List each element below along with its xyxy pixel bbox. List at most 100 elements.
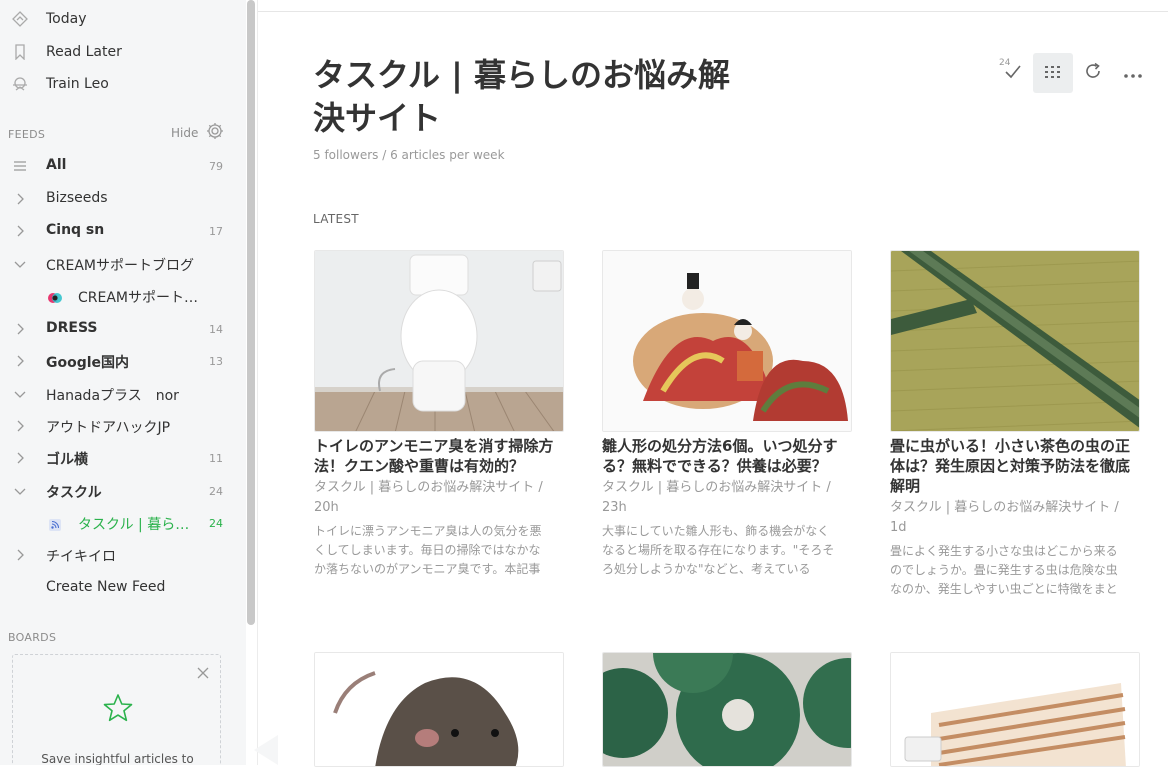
nav-train-leo-label: Train Leo [46,76,109,92]
feed-item[interactable]: タスクル 24 [0,476,246,506]
article-age: 1d [890,520,907,535]
article-source-name: タスクル | 暮らしのお悩み解決サイト / [314,480,543,495]
mark-as-read-button[interactable] [993,53,1033,93]
chevron-down-icon[interactable] [12,386,28,402]
more-button[interactable] [1113,53,1153,93]
chevron-right-icon[interactable] [12,547,28,563]
feed-name: タスクル [46,485,102,501]
chevron-right-icon[interactable] [12,321,28,337]
article-thumbnail[interactable] [314,652,564,767]
article-snippet: 畳によく発生する小さな虫はどこから来るのでしょうか。畳に発生する虫は危険な虫なの… [890,544,1118,596]
article-age: 20h [314,500,339,515]
article-source-name: タスクル | 暮らしのお悩み解決サイト / [890,500,1119,515]
feed-count: 24 [209,485,223,498]
feed-all[interactable]: All 79 [0,151,246,181]
chevron-right-icon[interactable] [12,223,28,239]
chevron-right-icon[interactable] [12,418,28,434]
feed-item[interactable]: チイキイロ [0,540,246,570]
sidebar-scrollbar[interactable] [247,0,255,625]
article-title[interactable]: 畳に虫がいる！小さい茶色の虫の正体は？発生原因と対策予防法を徹底解明 [890,436,1140,496]
feed-name: Hanadaプラス nor [46,388,179,404]
list-icon [12,158,28,174]
latest-heading: LATEST [313,212,359,226]
boards-section-title: BOARDS [8,631,57,644]
nav-train-leo[interactable]: Train Leo [0,69,246,99]
feed-name: チイキイロ [46,549,116,565]
article-source: タスクル | 暮らしのお悩み解決サイト / 1d [890,498,1140,538]
today-icon [10,9,30,29]
feed-count: 17 [209,225,223,238]
article-title[interactable]: 雛人形の処分方法6個。いつ処分する？無料でできる？供養は必要？ [602,436,852,476]
layout-button[interactable] [1033,53,1073,93]
feed-name: DRESS [46,320,98,336]
gear-icon[interactable] [205,121,225,141]
nav-read-later[interactable]: Read Later [0,37,246,67]
article-snippet: 大事にしていた雛人形も、飾る機会がなくなると場所を取る存在になります。"そろそろ… [602,524,835,576]
chevron-down-icon[interactable] [12,483,28,499]
star-icon [102,692,134,724]
checkmark-icon [1003,61,1023,85]
nav-today-label: Today [46,11,87,27]
feed-name: Cinq sn [46,222,105,238]
feed-count: 24 [209,517,223,530]
article-age: 23h [602,500,627,515]
feed-name: ゴル横 [46,452,88,468]
feed-count: 13 [209,355,223,368]
feed-item[interactable]: Cinq sn 17 [0,216,246,246]
feed-item[interactable]: CREAMサポートブログ [0,249,246,279]
chevron-right-icon[interactable] [12,191,28,207]
feed-source-active[interactable]: タスクル | 暮らし… 24 [0,508,246,538]
sidebar: Today Read Later Train Leo FEEDS Hide Al… [0,0,246,765]
feed-item[interactable]: DRESS 14 [0,314,246,344]
divider [257,0,258,765]
bookmark-icon [10,42,30,62]
chevron-right-icon[interactable] [12,450,28,466]
article-title[interactable]: トイレのアンモニア臭を消す掃除方法！クエン酸や重曹は有効的？ [314,436,564,476]
feed-item[interactable]: Google国内 13 [0,346,246,376]
feed-name: CREAMサポート… [78,290,198,306]
feed-name: Bizseeds [46,190,108,206]
feed-item[interactable]: Bizseeds [0,184,246,214]
close-icon[interactable] [196,665,210,679]
chevron-right-icon[interactable] [12,353,28,369]
sidebar-toggle-tab[interactable] [254,735,278,765]
feed-count: 79 [209,160,223,173]
divider [258,11,1168,12]
feed-item[interactable]: ゴル横 11 [0,443,246,473]
leo-icon [10,74,30,94]
feeds-section-title: FEEDS [8,128,46,141]
refresh-icon [1083,61,1103,85]
feed-name: アウトドアハックJP [46,420,171,436]
create-new-feed-link[interactable]: Create New Feed [46,579,165,595]
feed-source[interactable]: CREAMサポート… [0,281,246,311]
article-source: タスクル | 暮らしのお悩み解決サイト / 23h [602,478,852,518]
grid-icon [1044,64,1062,83]
feed-item[interactable]: アウトドアハックJP [0,411,246,441]
feed-stats: 5 followers / 6 articles per week [313,148,505,162]
article-snippet: トイレに漂うアンモニア臭は人の気分を悪くしてしまいます。毎日の掃除ではなかなか落… [314,524,542,576]
article-thumbnail[interactable] [602,652,852,767]
article-source: タスクル | 暮らしのお悩み解決サイト / 20h [314,478,564,518]
article-thumbnail[interactable] [890,250,1140,432]
article-thumbnail[interactable] [890,652,1140,767]
boards-promo-card: Save insightful articles to [12,654,221,765]
feed-name: All [46,157,67,173]
feed-item[interactable]: Hanadaプラス nor [0,379,246,409]
feed-name: Google国内 [46,355,130,371]
feed-count: 11 [209,452,223,465]
nav-read-later-label: Read Later [46,44,122,60]
page-title: タスクル | 暮らしのお悩み解決サイト [313,56,731,137]
chevron-down-icon[interactable] [12,256,28,272]
article-thumbnail[interactable] [314,250,564,432]
feeds-hide-button[interactable]: Hide [171,126,198,140]
refresh-button[interactable] [1073,53,1113,93]
boards-promo-text: Save insightful articles to [41,752,194,765]
feed-name: CREAMサポートブログ [46,258,195,274]
article-source-name: タスクル | 暮らしのお悩み解決サイト / [602,480,831,495]
feed-name: タスクル | 暮らし… [78,517,198,533]
feed-favicon-icon [48,290,62,304]
feed-count: 14 [209,323,223,336]
nav-today[interactable]: Today [0,4,246,34]
article-thumbnail[interactable] [602,250,852,432]
more-icon [1123,64,1143,83]
